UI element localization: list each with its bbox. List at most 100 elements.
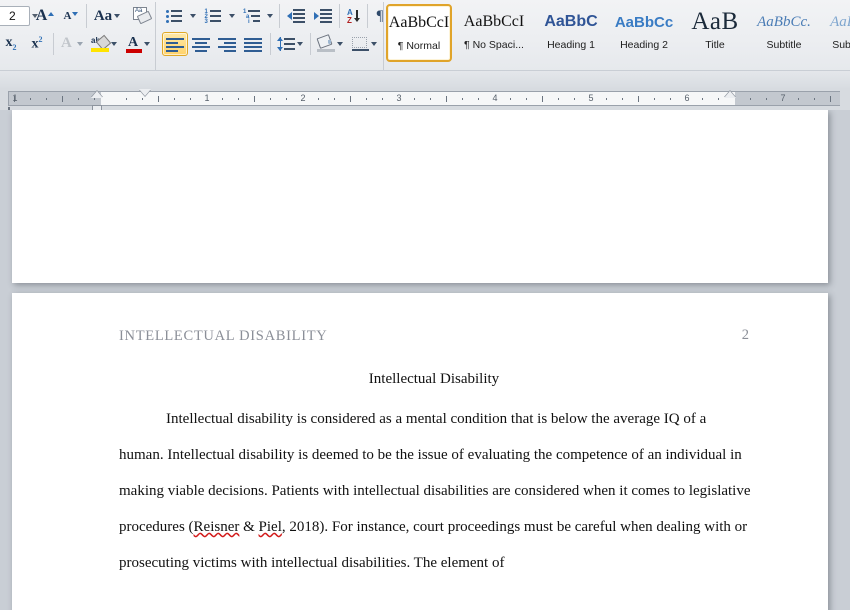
multilevel-list-button[interactable]: 1ai bbox=[240, 4, 264, 28]
document-page-1[interactable] bbox=[12, 110, 828, 283]
page-number: 2 bbox=[741, 327, 749, 343]
style-name: Title bbox=[705, 39, 725, 51]
misspelled-word-piel[interactable]: Piel bbox=[259, 519, 282, 535]
style-name: ¶ Normal bbox=[397, 40, 441, 52]
align-right-icon bbox=[218, 37, 236, 52]
ruler-number: 4 bbox=[492, 93, 498, 103]
ruler-number: 6 bbox=[684, 93, 690, 103]
line-spacing-icon bbox=[277, 37, 295, 51]
numbering-dropdown-arrow[interactable] bbox=[224, 4, 238, 28]
subscript-icon: x2 bbox=[5, 35, 17, 52]
change-case-icon: Aa bbox=[93, 7, 113, 24]
borders-icon bbox=[351, 36, 369, 52]
style-item-subtle-emphasis[interactable]: AaB Subt bbox=[818, 4, 850, 62]
change-case-button[interactable]: Aa bbox=[90, 4, 124, 28]
bullets-dropdown-arrow[interactable] bbox=[185, 4, 199, 28]
style-preview: AaBbCcI bbox=[388, 14, 450, 31]
borders-button[interactable] bbox=[348, 32, 380, 56]
style-item-heading-2[interactable]: AaBbCc Heading 2 bbox=[608, 4, 680, 62]
horizontal-ruler[interactable]: 1 1 2 3 4 5 6 7 bbox=[8, 91, 840, 106]
style-name: ¶ No Spaci... bbox=[464, 39, 524, 51]
clear-formatting-button[interactable] bbox=[128, 4, 154, 28]
font-color-button[interactable]: A bbox=[122, 32, 154, 56]
document-page-2[interactable]: INTELLECTUAL DISABILITY 2 Intellectual D… bbox=[12, 293, 828, 610]
line-spacing-button[interactable] bbox=[274, 32, 306, 56]
style-item-normal[interactable]: AaBbCcI ¶ Normal bbox=[386, 4, 452, 62]
style-name: Heading 1 bbox=[547, 39, 595, 51]
justify-icon bbox=[244, 37, 262, 52]
shading-button[interactable] bbox=[314, 32, 346, 56]
decrease-indent-icon bbox=[287, 9, 305, 23]
paragraph-segment-1: Intellectual disability is considered as… bbox=[119, 411, 751, 535]
highlight-icon: ab bbox=[91, 34, 112, 52]
group-divider bbox=[383, 2, 384, 70]
align-center-button[interactable] bbox=[188, 32, 214, 56]
document-title: Intellectual Disability bbox=[368, 371, 500, 387]
misspelled-word-reisner[interactable]: Reisner bbox=[194, 519, 240, 535]
decrease-indent-button[interactable] bbox=[283, 4, 309, 28]
numbering-button[interactable]: 123 bbox=[201, 4, 225, 28]
text-effects-icon: A bbox=[61, 34, 72, 51]
grow-font-icon: A bbox=[35, 7, 48, 24]
bullets-icon bbox=[165, 9, 183, 23]
hanging-indent-marker[interactable] bbox=[91, 91, 103, 98]
increase-indent-button[interactable] bbox=[310, 4, 336, 28]
shrink-font-button[interactable]: A bbox=[58, 4, 84, 28]
text-effects-button[interactable]: A bbox=[56, 32, 86, 56]
shading-icon bbox=[316, 34, 335, 52]
increase-indent-icon bbox=[314, 9, 332, 23]
style-name: Subt bbox=[832, 39, 850, 51]
align-right-button[interactable] bbox=[214, 32, 240, 56]
ruler-number: 3 bbox=[396, 93, 402, 103]
ribbon: 2 A A Aa Aa x2 x2 A A 1 2 3 1 a i A Z ¶ … bbox=[0, 0, 850, 88]
shrink-font-icon: A bbox=[63, 9, 72, 22]
ruler-left-margin bbox=[9, 92, 101, 105]
sort-button[interactable]: AZ bbox=[342, 4, 366, 28]
superscript-button[interactable]: x2 bbox=[24, 32, 50, 56]
font-color-icon: A bbox=[126, 35, 142, 53]
group-divider bbox=[155, 2, 156, 70]
style-item-subtitle[interactable]: AaBbCc. Subtitle bbox=[750, 4, 818, 62]
grow-font-button[interactable]: A bbox=[32, 4, 58, 28]
subscript-button[interactable]: x2 bbox=[0, 32, 24, 56]
clear-formatting-icon bbox=[131, 7, 153, 25]
multilevel-list-icon: 1ai bbox=[243, 9, 261, 25]
superscript-icon: x2 bbox=[31, 35, 43, 52]
bullets-button[interactable] bbox=[162, 4, 186, 28]
align-left-icon bbox=[166, 37, 184, 52]
style-item-no-spacing[interactable]: AaBbCcI ¶ No Spaci... bbox=[455, 4, 533, 62]
page-header: INTELLECTUAL DISABILITY 2 bbox=[119, 327, 749, 345]
style-preview: AaBbCcI bbox=[463, 13, 525, 30]
justify-button[interactable] bbox=[240, 32, 266, 56]
ruler-number: 7 bbox=[780, 93, 786, 103]
right-indent-marker[interactable] bbox=[724, 91, 736, 98]
multilevel-list-dropdown-arrow[interactable] bbox=[262, 4, 276, 28]
sort-icon: AZ bbox=[346, 8, 362, 24]
ruler-bar: 1 1 2 3 4 5 6 7 bbox=[0, 88, 850, 114]
style-name: Heading 2 bbox=[620, 39, 668, 51]
ruler-number: 2 bbox=[300, 93, 306, 103]
style-preview: AaB bbox=[691, 8, 739, 35]
font-size-value: 2 bbox=[9, 9, 16, 23]
style-preview: AaB bbox=[830, 13, 850, 30]
style-item-heading-1[interactable]: AaBbC Heading 1 bbox=[535, 4, 607, 62]
text-highlight-color-button[interactable]: ab bbox=[88, 32, 120, 56]
style-preview: AaBbCc bbox=[614, 13, 674, 31]
align-center-icon bbox=[192, 37, 210, 52]
word-document-window: 2 A A Aa Aa x2 x2 A A 1 2 3 1 a i A Z ¶ … bbox=[0, 0, 850, 610]
paragraph-segment-2: & bbox=[239, 519, 259, 535]
style-preview: AaBbC bbox=[544, 13, 598, 30]
style-item-title[interactable]: AaB Title bbox=[681, 4, 749, 62]
align-left-button[interactable] bbox=[162, 32, 188, 56]
numbering-icon: 123 bbox=[205, 9, 222, 25]
style-preview: AaBbCc. bbox=[757, 13, 811, 30]
header-text: INTELLECTUAL DISABILITY bbox=[119, 328, 328, 344]
document-canvas[interactable]: INTELLECTUAL DISABILITY 2 Intellectual D… bbox=[0, 110, 850, 610]
ruler-number: 1 bbox=[12, 93, 18, 103]
ruler-number: 5 bbox=[588, 93, 594, 103]
style-name: Subtitle bbox=[766, 39, 802, 51]
first-line-indent-marker[interactable] bbox=[139, 89, 151, 96]
ruler-number: 1 bbox=[204, 93, 210, 103]
body-paragraph[interactable]: Intellectual disability is considered as… bbox=[119, 401, 751, 581]
ribbon-footer-strip bbox=[0, 70, 850, 88]
